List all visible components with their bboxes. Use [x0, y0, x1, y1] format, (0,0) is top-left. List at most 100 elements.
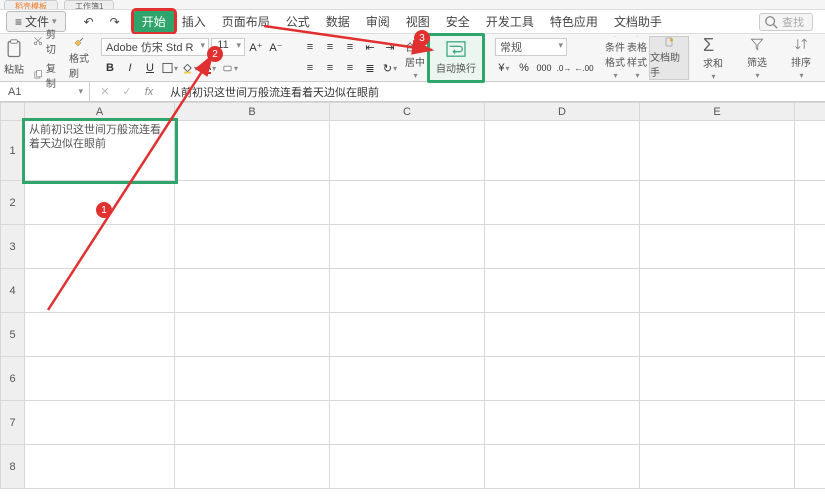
cell[interactable] [175, 269, 330, 313]
italic-button[interactable]: I [121, 59, 139, 77]
menu-dev-tools[interactable]: 开发工具 [478, 11, 542, 32]
currency-button[interactable]: ¥ [495, 59, 513, 77]
wrap-text-button[interactable]: 自动换行 [434, 38, 478, 78]
col-header[interactable]: A [25, 103, 175, 121]
cell-a1[interactable]: 从前初识这世间万般流连看着天边似在眼前 [25, 121, 175, 181]
cell[interactable] [25, 269, 175, 313]
align-right-button[interactable]: ≡ [341, 59, 359, 77]
cell[interactable] [330, 269, 485, 313]
row-header[interactable]: 3 [1, 225, 25, 269]
row-header[interactable]: 2 [1, 181, 25, 225]
number-format-select[interactable]: 常规 [495, 38, 567, 56]
doc-helper-button[interactable]: 文档助手 [649, 36, 689, 80]
indent-decrease-button[interactable]: ⇤ [361, 38, 379, 56]
format-painter-button[interactable]: 格式刷 [69, 36, 89, 80]
col-header[interactable]: E [640, 103, 795, 121]
row-header[interactable]: 5 [1, 313, 25, 357]
decrease-decimal-button[interactable]: .0→ [555, 59, 573, 77]
cut-button[interactable]: 剪切 [30, 25, 63, 57]
cell[interactable] [795, 121, 825, 181]
font-family-select[interactable]: Adobe 仿宋 Std R [101, 38, 209, 56]
font-shrink-button[interactable]: A⁻ [267, 38, 285, 56]
align-center-button[interactable]: ≡ [321, 59, 339, 77]
thousands-button[interactable]: 000 [535, 59, 553, 77]
align-bottom-button[interactable]: ≡ [341, 38, 359, 56]
cell[interactable] [175, 401, 330, 445]
cell[interactable] [175, 357, 330, 401]
cell[interactable] [640, 181, 795, 225]
undo-button[interactable]: ↶ [76, 13, 102, 31]
cell[interactable] [485, 313, 640, 357]
cell[interactable] [640, 121, 795, 181]
orientation-button[interactable]: ↻ [381, 59, 399, 77]
menu-review[interactable]: 审阅 [358, 11, 398, 32]
paste-button[interactable]: 粘贴 [4, 36, 24, 80]
underline-button[interactable]: U [141, 59, 159, 77]
cell[interactable] [795, 269, 825, 313]
menu-data[interactable]: 数据 [318, 11, 358, 32]
conditional-format-button[interactable]: 条件格式 [605, 36, 625, 80]
cancel-edit-button[interactable]: ✕ [96, 83, 114, 101]
cell[interactable] [485, 401, 640, 445]
search-pill[interactable]: 查找 [759, 13, 813, 31]
filter-button[interactable]: 筛选 [737, 36, 777, 80]
cell[interactable] [640, 225, 795, 269]
col-header[interactable]: C [330, 103, 485, 121]
cell[interactable] [175, 121, 330, 181]
table-styles-button[interactable]: 表格样式 [627, 36, 647, 80]
cell[interactable] [485, 181, 640, 225]
cell[interactable] [25, 401, 175, 445]
cell[interactable] [795, 357, 825, 401]
doc-tab[interactable]: 工作簿1 [64, 0, 114, 9]
cell[interactable] [175, 225, 330, 269]
redo-button[interactable]: ↷ [102, 13, 128, 31]
confirm-edit-button[interactable]: ✓ [118, 83, 136, 101]
fx-button[interactable]: fx [140, 83, 158, 101]
row-header[interactable]: 4 [1, 269, 25, 313]
menu-special[interactable]: 特色应用 [542, 11, 606, 32]
col-header[interactable]: B [175, 103, 330, 121]
menu-view[interactable]: 视图 [398, 11, 438, 32]
font-grow-button[interactable]: A⁺ [247, 38, 265, 56]
cell[interactable] [25, 445, 175, 489]
doc-tab[interactable]: 稻壳模板 [4, 0, 58, 9]
fill-color-button[interactable] [181, 59, 199, 77]
align-justify-button[interactable]: ≣ [361, 59, 379, 77]
cell[interactable] [640, 445, 795, 489]
menu-doc-helper[interactable]: 文档助手 [606, 11, 670, 32]
row-header[interactable]: 1 [1, 121, 25, 181]
formula-input[interactable]: 从前初识这世间万般流连看着天边似在眼前 [164, 84, 825, 100]
cell[interactable] [330, 357, 485, 401]
cell[interactable] [330, 401, 485, 445]
menu-security[interactable]: 安全 [438, 11, 478, 32]
menu-formulas[interactable]: 公式 [278, 11, 318, 32]
increase-decimal-button[interactable]: ←.00 [575, 59, 593, 77]
indent-increase-button[interactable]: ⇥ [381, 38, 399, 56]
cell[interactable] [640, 269, 795, 313]
cell[interactable] [640, 313, 795, 357]
col-header[interactable]: F [795, 103, 825, 121]
cell[interactable] [175, 445, 330, 489]
col-header[interactable]: D [485, 103, 640, 121]
cell[interactable] [330, 121, 485, 181]
cell[interactable] [25, 225, 175, 269]
cell[interactable] [25, 357, 175, 401]
percent-button[interactable]: % [515, 59, 533, 77]
cell[interactable] [485, 357, 640, 401]
cell[interactable] [795, 445, 825, 489]
cell[interactable] [795, 313, 825, 357]
cell[interactable] [640, 401, 795, 445]
menu-home[interactable]: 开始 [134, 11, 174, 32]
cell[interactable] [795, 181, 825, 225]
cell[interactable] [330, 313, 485, 357]
align-left-button[interactable]: ≡ [301, 59, 319, 77]
align-top-button[interactable]: ≡ [301, 38, 319, 56]
cell[interactable] [175, 181, 330, 225]
row-header[interactable]: 8 [1, 445, 25, 489]
cell[interactable] [795, 225, 825, 269]
align-middle-button[interactable]: ≡ [321, 38, 339, 56]
cell[interactable] [330, 181, 485, 225]
cell[interactable] [330, 225, 485, 269]
cell[interactable] [485, 269, 640, 313]
cell[interactable] [330, 445, 485, 489]
